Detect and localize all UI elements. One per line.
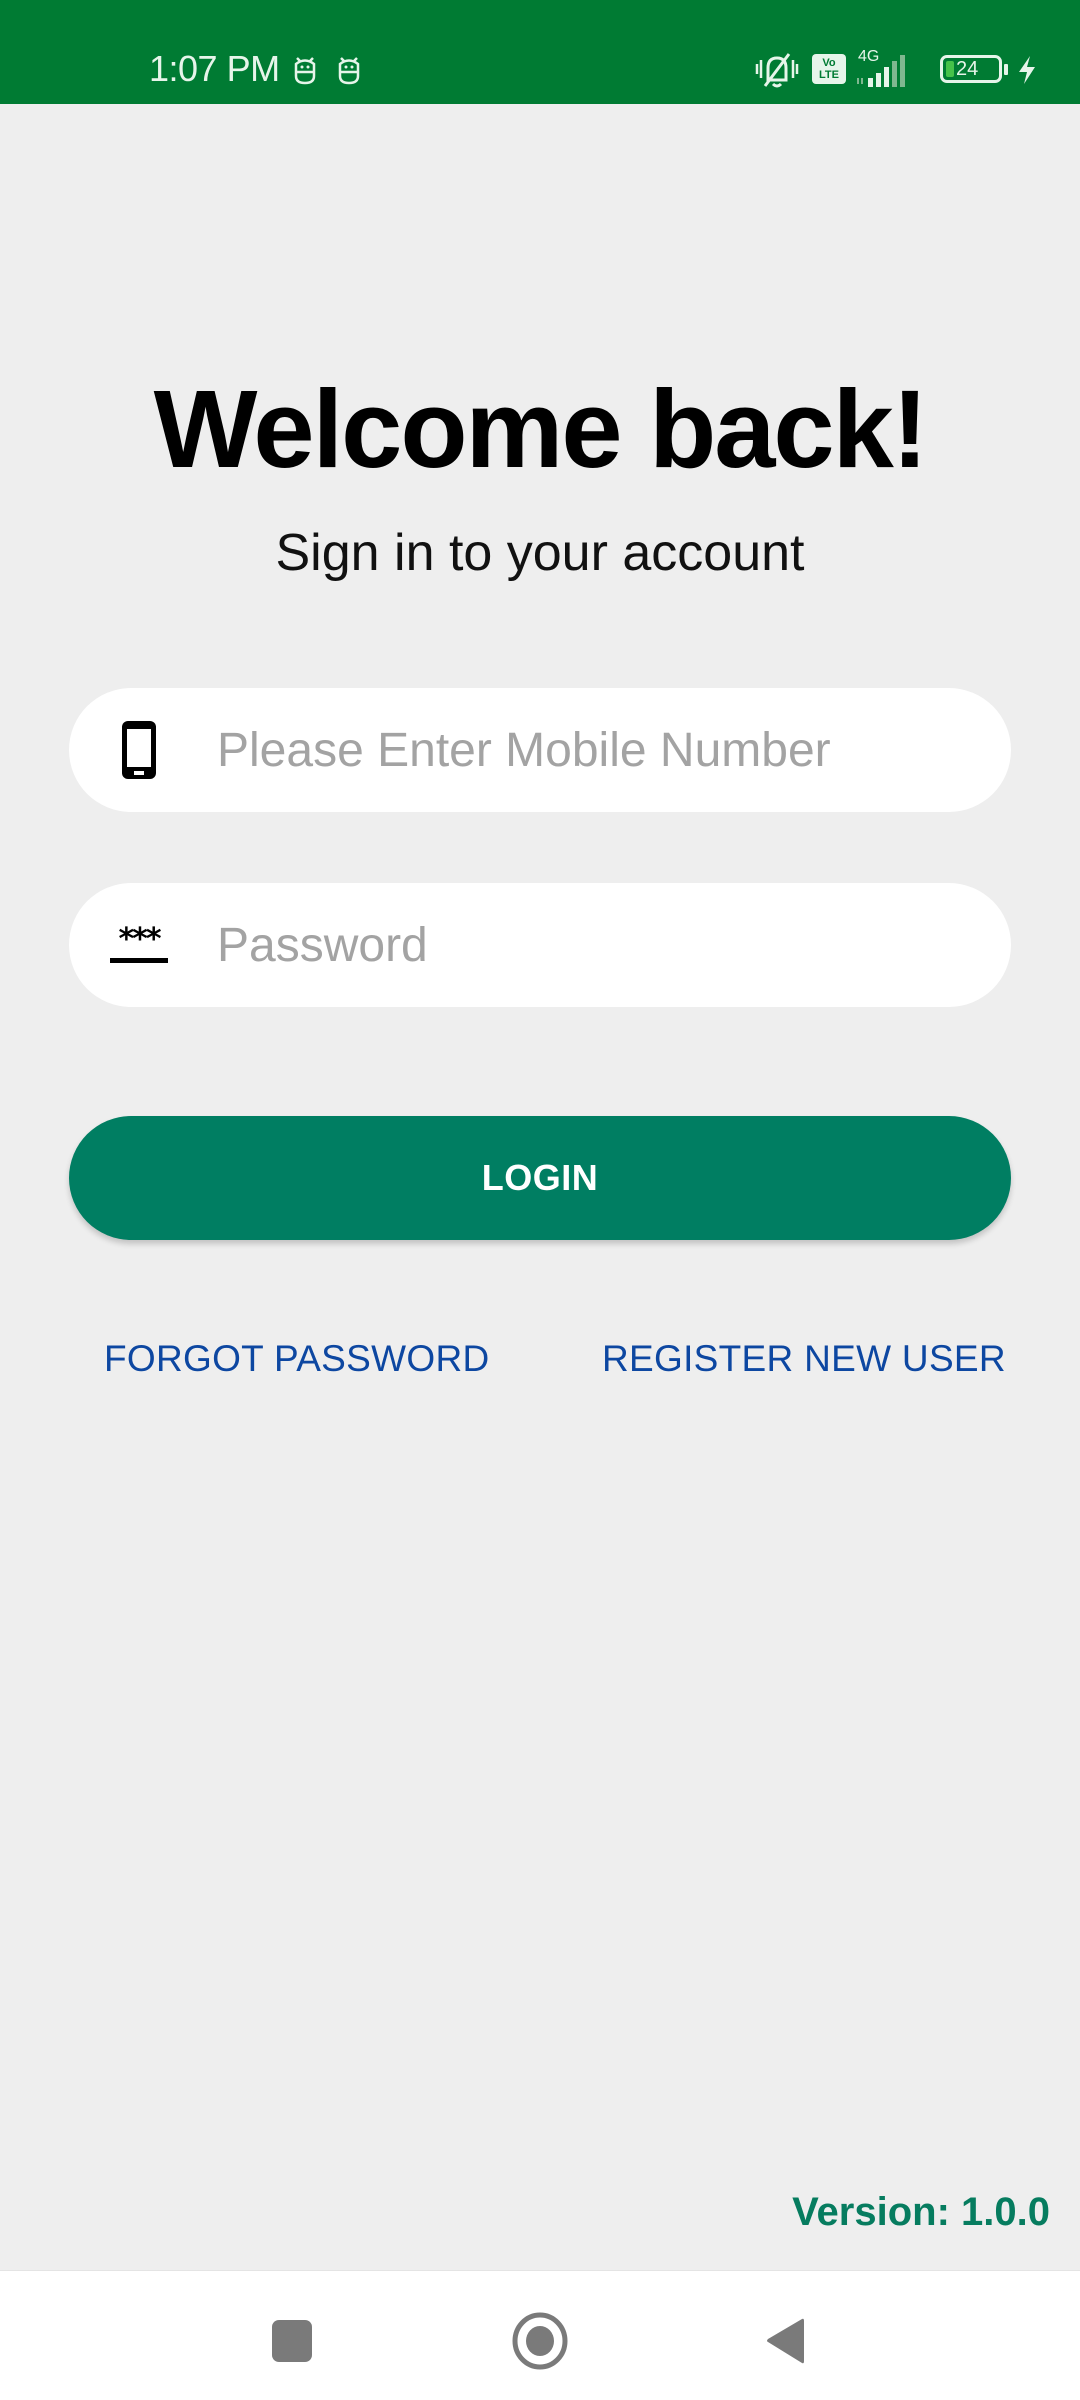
password-field[interactable]: *** [69,883,1011,1007]
page-title: Welcome back! [153,368,929,491]
page-subtitle: Sign in to your account [275,524,805,582]
recents-icon [272,2320,312,2362]
battery-level: 24 [956,58,979,80]
mobile-number-field[interactable] [69,688,1011,812]
battery-tip [1004,64,1008,75]
battery-fill [946,61,954,77]
back-button[interactable] [755,2311,815,2371]
login-button[interactable]: LOGIN [69,1116,1011,1240]
navigation-bar [0,2270,1080,2400]
robot-icon [338,57,360,85]
volte-icon: Vo LTE [812,54,846,84]
status-time: 1:07 PM [149,48,280,89]
version-label: Version: 1.0.0 [792,2190,1050,2234]
password-input[interactable] [217,883,971,1007]
back-icon [767,2318,804,2364]
home-button[interactable] [510,2311,570,2371]
home-icon [512,2312,568,2370]
forgot-password-link[interactable]: FORGOT PASSWORD [104,1338,489,1380]
status-bar: 1:07 PM Vo LTE 4G 24 [0,0,1080,104]
volte-label: Vo [822,57,836,69]
smartphone-icon [109,718,169,782]
robot-icon [294,57,316,85]
vibrate-bell-off-icon [755,53,799,88]
notification-icons [292,54,362,86]
battery-icon: 24 [940,55,1002,83]
password-icon-glyph: *** [118,921,161,957]
register-new-user-link[interactable]: REGISTER NEW USER [602,1338,1006,1380]
system-icons: Vo LTE 4G 24 [750,48,1080,90]
volte-label: LTE [819,69,839,81]
charging-icon [1019,56,1035,84]
password-icon-underline [110,957,168,963]
recents-button[interactable] [262,2311,322,2371]
signal-4g-icon [857,55,905,87]
mobile-number-input[interactable] [217,688,971,812]
password-icon: *** [109,913,169,977]
